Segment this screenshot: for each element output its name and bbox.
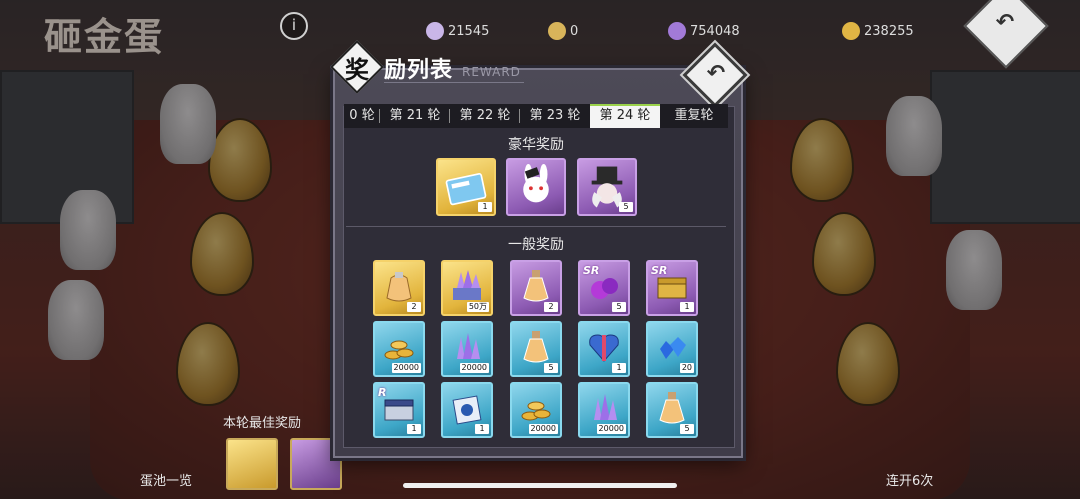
top-bar: 砸金蛋 i 21545 0 754048 238255 ↶ [0,0,1080,69]
item-quantity: 5 [680,424,694,434]
crystal-icon [668,22,686,40]
item-quantity: 1 [475,424,489,434]
normal-item[interactable]: SR 5 [578,260,630,316]
ticket-icon [548,22,566,40]
normal-item[interactable]: 20000 [441,321,493,377]
item-quantity: 1 [680,302,694,312]
item-quantity: 5 [612,302,626,312]
best-reward-label: 本轮最佳奖励 [223,416,302,431]
crystal-shards-icon [457,333,480,359]
normal-item[interactable]: 1 [441,382,493,438]
ticket-value: 0 [570,23,579,39]
multi-open-button[interactable]: 连开6次 [886,470,933,489]
page-title: 砸金蛋 [44,14,165,59]
coin-value: 238255 [864,23,914,39]
tab-round-0[interactable]: 0 轮 [344,104,380,128]
normal-item[interactable]: 2 [373,260,425,316]
gem-icon [426,22,444,40]
potion-flask-icon [523,331,549,363]
gold-coins-icon [521,401,551,421]
crystal-shards-icon [594,394,617,420]
item-quantity: 50万 [466,302,489,312]
item-quantity: 20000 [391,363,421,373]
normal-item[interactable]: 20000 [578,382,630,438]
potion-flask-icon [523,270,549,302]
normal-item[interactable]: 20 [646,321,698,377]
title-badge-char: 奖 [345,55,369,84]
info-icon[interactable]: i [280,12,308,40]
item-quantity: 2 [407,302,421,312]
item-quantity: 5 [544,363,558,373]
item-quantity: 20 [679,363,694,373]
round-tabs: 0 轮 第 21 轮 第 22 轮 第 23 轮 第 24 轮 重复轮 [344,104,728,128]
item-quantity: 20000 [459,363,489,373]
modal-title: 励列表 [384,57,454,83]
item-quantity: 1 [612,363,626,373]
sr-chest-icon [657,277,687,299]
tab-round-24[interactable]: 第 24 轮 [590,104,660,128]
normal-item[interactable]: 50万 [441,260,493,316]
deluxe-item-ticket[interactable]: 1 [436,158,496,216]
potion-bag-icon [386,272,412,302]
best-reward-card[interactable] [226,438,278,490]
coin-icon [842,22,860,40]
heart-box-icon [589,334,619,362]
item-quantity: 5 [619,202,633,212]
blue-gems-icon [660,337,686,359]
normal-item[interactable]: 1 [578,321,630,377]
bunny-character-icon [523,164,549,203]
normal-item[interactable]: R 1 [373,382,425,438]
normal-item[interactable]: SR 1 [646,260,698,316]
item-quantity: 20000 [596,424,626,434]
gem-value: 21545 [448,23,490,39]
deluxe-item-bunny[interactable] [506,158,566,216]
potion-flask-icon [659,392,685,424]
gem-resource: 21545 [426,20,489,42]
egg-pool-button[interactable]: 蛋池一览 [140,470,192,489]
normal-reward-title: 一般奖励 [508,237,564,253]
title-underline [384,82,524,83]
normal-item[interactable]: 20000 [373,321,425,377]
sr-material-icon [591,278,618,299]
item-quantity: 1 [407,424,421,434]
item-quantity: 2 [544,302,558,312]
modal-subtitle: REWARD [462,65,521,79]
home-indicator[interactable] [403,483,677,488]
ticket-resource: 0 [548,20,578,42]
return-arrow-icon: ↶ [706,61,726,86]
deluxe-item-magician[interactable]: 5 [577,158,637,216]
crystal-resource: 754048 [668,20,740,42]
return-arrow-icon: ↶ [995,10,1015,35]
crystal-value: 754048 [690,23,740,39]
item-quantity: 20000 [528,424,558,434]
tab-round-22[interactable]: 第 22 轮 [450,104,520,128]
normal-item[interactable]: 20000 [510,382,562,438]
coin-resource: 238255 [842,20,914,42]
tab-round-21[interactable]: 第 21 轮 [380,104,450,128]
normal-item[interactable]: 5 [646,382,698,438]
normal-item[interactable]: 2 [510,260,562,316]
r-chest-icon [384,399,414,421]
item-quantity: 1 [478,202,492,212]
gold-coins-icon [384,340,414,360]
section-divider [346,226,726,227]
normal-item[interactable]: 5 [510,321,562,377]
gift-box-icon [452,395,482,425]
tab-round-23[interactable]: 第 23 轮 [520,104,590,128]
deluxe-reward-title: 豪华奖励 [508,137,564,153]
tab-repeat-round[interactable]: 重复轮 [660,104,728,128]
crystal-chest-icon [453,270,481,300]
